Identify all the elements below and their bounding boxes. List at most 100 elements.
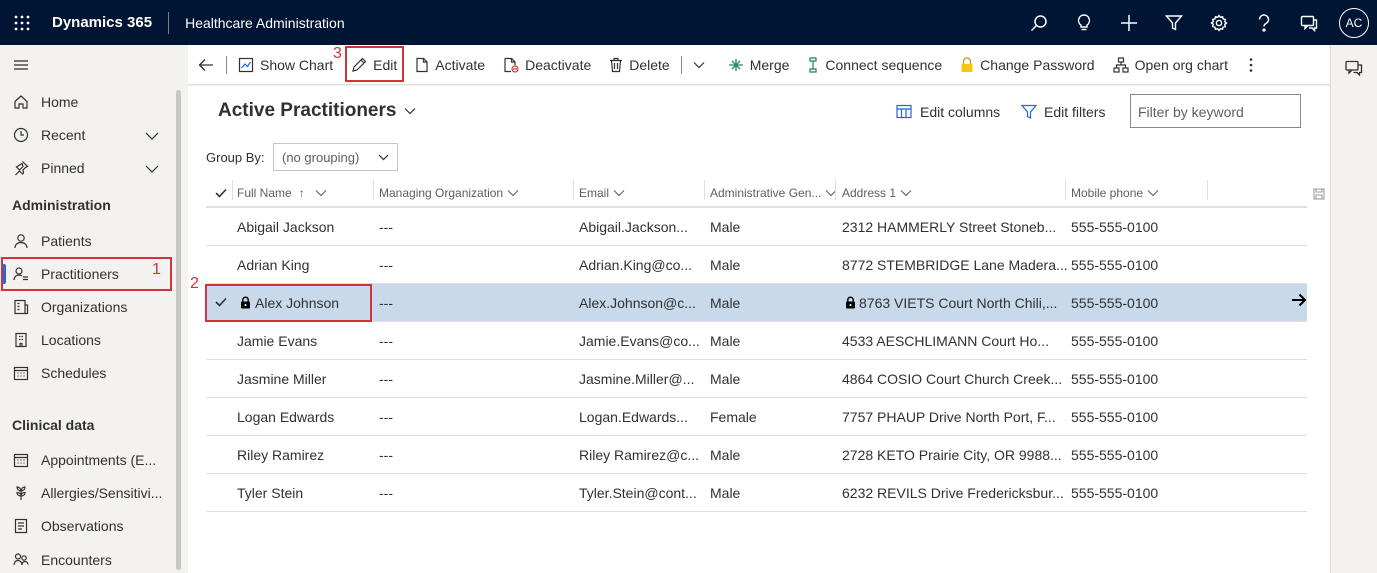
cell-mobile-phone[interactable]: 555-555-0100 [1071, 208, 1158, 245]
cell-email[interactable]: Logan.Edwards... [579, 398, 688, 435]
lightbulb-icon[interactable] [1061, 0, 1106, 45]
module-name[interactable]: Healthcare Administration [185, 15, 345, 31]
cell-mobile-phone[interactable]: 555-555-0100 [1071, 360, 1158, 397]
view-selector[interactable]: Active Practitioners [218, 100, 416, 122]
settings-gear-icon[interactable] [1196, 0, 1241, 45]
show-chart-button[interactable]: Show Chart [229, 45, 342, 85]
column-header-address-1[interactable]: Address 1 [842, 178, 912, 208]
cell-full-name[interactable]: Jamie Evans [237, 322, 317, 359]
sidebar-item-recent[interactable]: Recent [0, 119, 175, 151]
sidebar-item-organizations[interactable]: Organizations [0, 291, 175, 323]
cell-mobile-phone[interactable]: 555-555-0100 [1071, 474, 1158, 511]
cell-full-name[interactable]: Jasmine Miller [237, 360, 326, 397]
filter-icon[interactable] [1151, 0, 1196, 45]
chevron-down-icon [378, 154, 389, 160]
sidebar-item-encounters[interactable]: Encounters [0, 544, 175, 573]
cell-email[interactable]: Alex.Johnson@c... [579, 284, 696, 321]
chevron-down-icon [613, 190, 625, 197]
cell-full-name[interactable]: Adrian King [237, 246, 309, 283]
table-row[interactable]: Logan Edwards --- Logan.Edwards... Femal… [206, 398, 1307, 436]
table-row[interactable]: Tyler Stein --- Tyler.Stein@cont... Male… [206, 474, 1307, 512]
cell-address: 2728 KETO Prairie City, OR 9988... [842, 446, 1062, 463]
chevron-down-icon[interactable] [145, 161, 159, 177]
activate-button[interactable]: Activate [406, 45, 494, 85]
group-by-select[interactable]: (no grouping) [273, 143, 398, 171]
cell-mobile-phone[interactable]: 555-555-0100 [1071, 284, 1158, 321]
sidebar-item-schedules[interactable]: Schedules [0, 357, 175, 389]
column-header-administrative-gender[interactable]: Administrative Gen... [710, 178, 837, 208]
edit-filters-button[interactable]: Edit filters [1021, 104, 1105, 120]
cell-mobile-phone[interactable]: 555-555-0100 [1071, 246, 1158, 283]
cell-address: 8772 STEMBRIDGE Lane Madera... [842, 256, 1068, 273]
more-delete-options-button[interactable] [684, 45, 714, 85]
more-commands-button[interactable] [1237, 45, 1265, 85]
cell-email[interactable]: Riley Ramirez@c... [579, 436, 699, 473]
connect-sequence-button[interactable]: Connect sequence [798, 45, 951, 85]
organization-icon [11, 299, 31, 315]
divider [168, 11, 170, 34]
cell-gender: Male [710, 256, 741, 273]
cell-email[interactable]: Tyler.Stein@cont... [579, 474, 697, 511]
column-divider [573, 180, 574, 200]
user-avatar[interactable]: AC [1339, 7, 1369, 38]
sidebar-scrollbar[interactable] [176, 90, 181, 570]
merge-icon [728, 57, 744, 73]
open-org-chart-button[interactable]: Open org chart [1104, 45, 1237, 85]
add-icon[interactable] [1106, 0, 1151, 45]
cell-mobile-phone[interactable]: 555-555-0100 [1071, 398, 1158, 435]
document-deactivate-icon [503, 57, 519, 73]
cell-email[interactable]: Abigail.Jackson... [579, 208, 688, 245]
column-header-managing-organization[interactable]: Managing Organization [379, 178, 519, 208]
back-button[interactable] [188, 45, 224, 85]
change-password-button[interactable]: Change Password [951, 45, 1103, 85]
sidebar-item-observations[interactable]: Observations [0, 510, 175, 542]
app-launcher-icon[interactable] [2, 0, 42, 45]
chat-icon[interactable] [1286, 0, 1331, 45]
document-icon [415, 57, 429, 73]
cell-mobile-phone[interactable]: 555-555-0100 [1071, 436, 1158, 473]
cell-email[interactable]: Jasmine.Miller@... [579, 360, 694, 397]
column-header-mobile-phone[interactable]: Mobile phone [1071, 178, 1159, 208]
table-row[interactable]: Riley Ramirez --- Riley Ramirez@c... Mal… [206, 436, 1307, 474]
table-row[interactable]: Jasmine Miller --- Jasmine.Miller@... Ma… [206, 360, 1307, 398]
cell-full-name[interactable]: Riley Ramirez [237, 436, 324, 473]
search-icon[interactable] [1016, 0, 1061, 45]
sidebar-item-appointments[interactable]: Appointments (E... [0, 444, 175, 476]
sitemap-toggle[interactable] [0, 49, 175, 81]
sidebar-item-home[interactable]: Home [0, 86, 175, 118]
sidebar-item-locations[interactable]: Locations [0, 324, 175, 356]
sidebar-item-allergies[interactable]: Allergies/Sensitivi... [0, 477, 175, 509]
edit-columns-label: Edit columns [920, 104, 1001, 120]
chevron-down-icon[interactable] [145, 128, 159, 144]
chat-icon[interactable] [1345, 60, 1363, 79]
delete-button[interactable]: Delete [600, 45, 678, 85]
filter-by-keyword-input[interactable]: Filter by keyword [1130, 94, 1301, 128]
annotation-number-1: 1 [152, 261, 161, 278]
hamburger-menu-icon[interactable] [11, 59, 31, 71]
sidebar: Home Recent Pinned Administration Patien… [0, 45, 185, 573]
annotation-box-2 [205, 284, 372, 322]
table-row[interactable]: Abigail Jackson --- Abigail.Jackson... M… [206, 208, 1307, 246]
help-icon[interactable] [1241, 0, 1286, 45]
edit-columns-button[interactable]: Edit columns [896, 104, 1000, 120]
column-header-full-name[interactable]: Full Name ↑ [237, 178, 327, 208]
divider [716, 56, 717, 74]
open-record-arrow-icon[interactable] [1291, 293, 1307, 310]
cell-full-name[interactable]: Abigail Jackson [237, 208, 334, 245]
sidebar-item-pinned[interactable]: Pinned [0, 152, 175, 184]
table-row[interactable]: Adrian King --- Adrian.King@co... Male 8… [206, 246, 1307, 284]
merge-button[interactable]: Merge [719, 45, 799, 85]
cell-mobile-phone[interactable]: 555-555-0100 [1071, 322, 1158, 359]
select-all-checkbox[interactable] [215, 178, 227, 208]
save-view-icon[interactable] [1313, 187, 1325, 203]
cell-email[interactable]: Jamie.Evans@co... [579, 322, 700, 359]
deactivate-button[interactable]: Deactivate [494, 45, 600, 85]
cell-email[interactable]: Adrian.King@co... [579, 246, 692, 283]
sidebar-item-patients[interactable]: Patients [0, 225, 175, 257]
divider [680, 55, 682, 74]
cell-full-name[interactable]: Logan Edwards [237, 398, 334, 435]
column-header-email[interactable]: Email [579, 178, 625, 208]
table-row[interactable]: Jamie Evans --- Jamie.Evans@co... Male 4… [206, 322, 1307, 360]
cell-full-name[interactable]: Tyler Stein [237, 474, 303, 511]
app-name[interactable]: Dynamics 365 [52, 14, 152, 31]
